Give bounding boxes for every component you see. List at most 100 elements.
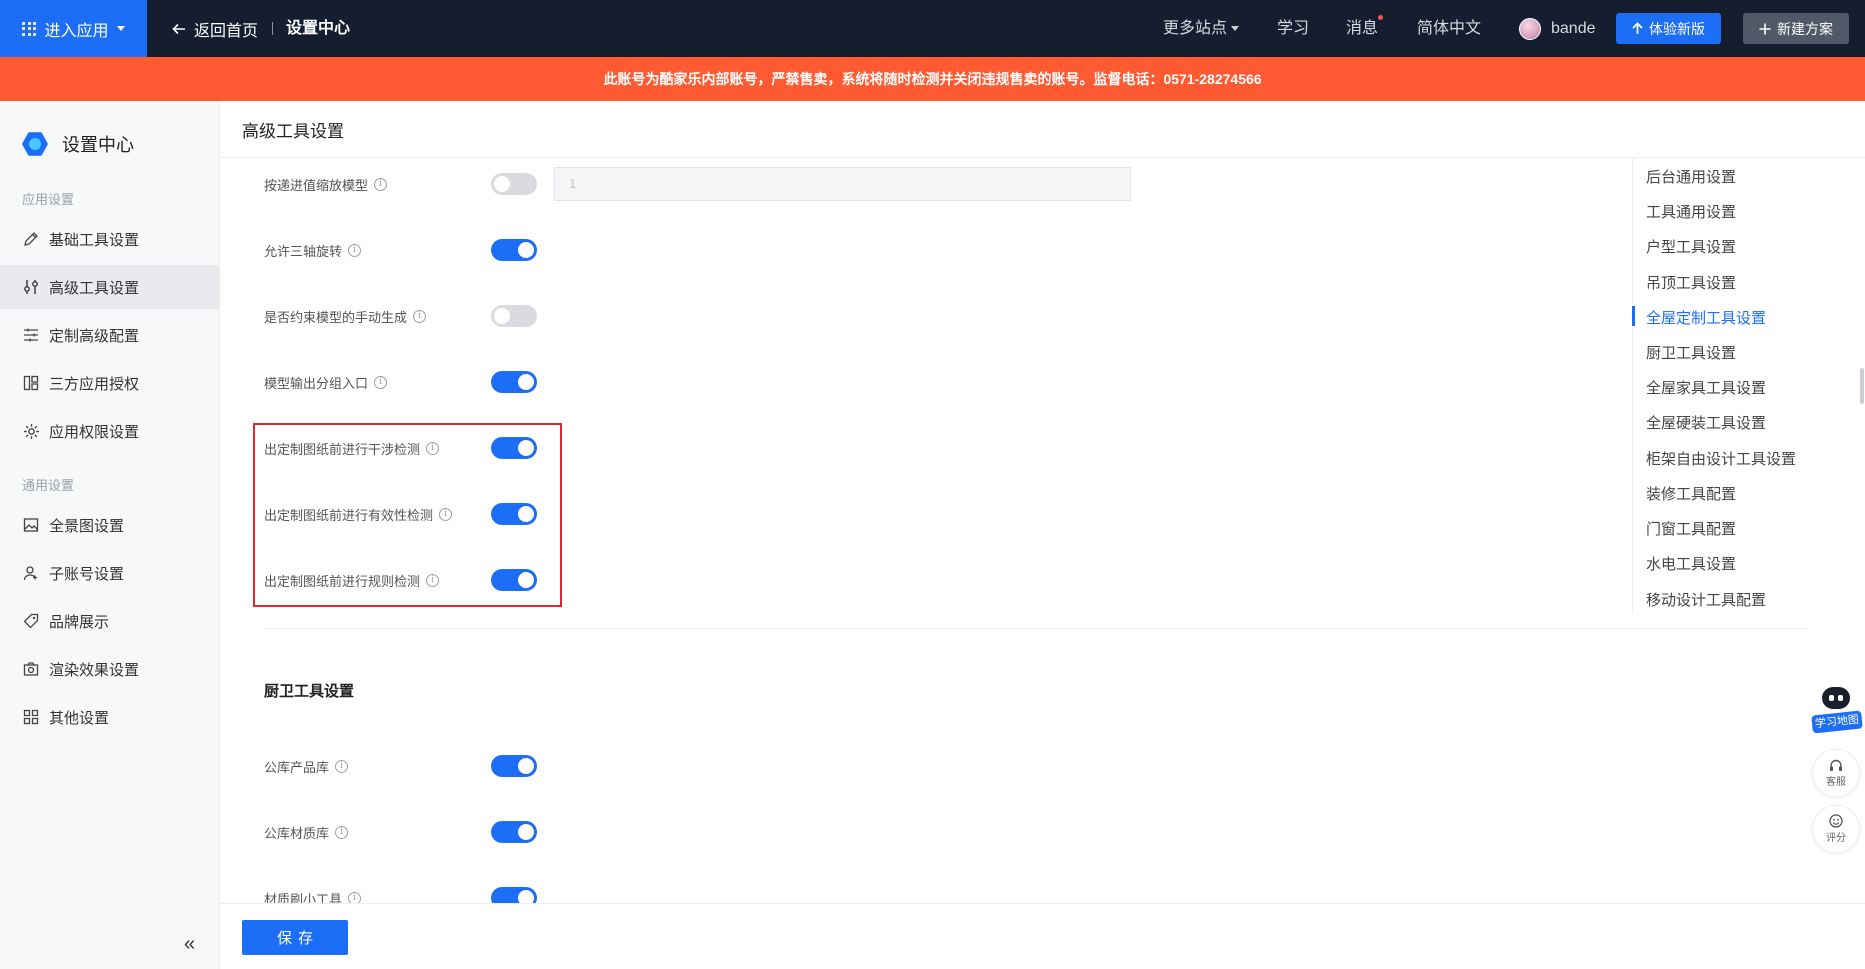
sidebar-item-advanced-tools[interactable]: 高级工具设置	[0, 265, 220, 309]
top-navigation-bar: 进入应用 返回首页 设置中心 更多站点 学习 消息 简体中文 bande 体验新…	[0, 0, 1865, 57]
new-plan-label: 新建方案	[1777, 20, 1833, 37]
unread-dot	[1377, 14, 1385, 21]
info-icon[interactable]: i	[426, 574, 440, 587]
sidebar-item-basic-tools[interactable]: 基础工具设置	[0, 217, 220, 261]
back-home-link[interactable]: 返回首页	[172, 0, 258, 57]
sidebar-item-other-settings[interactable]: 其他设置	[0, 695, 220, 739]
user-menu[interactable]: bande	[1519, 0, 1596, 57]
validity-check-toggle[interactable]	[491, 503, 537, 525]
interference-check-toggle[interactable]	[491, 437, 537, 459]
info-icon[interactable]: i	[348, 244, 362, 257]
sidebar-item-custom-advanced[interactable]: 定制高级配置	[0, 313, 220, 357]
anchor-item[interactable]: 全屋硬装工具设置	[1646, 412, 1766, 433]
sidebar-item-label: 其他设置	[49, 709, 110, 727]
sidebar-item-third-party-auth[interactable]: 三方应用授权	[0, 361, 220, 405]
app-grid-icon	[22, 21, 37, 36]
setting-label-text: 公库材质库	[264, 826, 330, 841]
more-sites-menu[interactable]: 更多站点	[1163, 0, 1240, 57]
sidebar-item-label: 渲染效果设置	[49, 661, 140, 679]
anchor-active-indicator	[1632, 306, 1635, 326]
sidebar-item-label: 品牌展示	[49, 613, 110, 631]
enter-app-button[interactable]: 进入应用	[0, 0, 147, 57]
breadcrumb-separator	[272, 22, 273, 35]
info-icon[interactable]: i	[374, 178, 388, 191]
rule-check-toggle[interactable]	[491, 569, 537, 591]
constrain-manual-generation-toggle[interactable]	[491, 305, 537, 327]
learn-link[interactable]: 学习	[1277, 0, 1309, 57]
smiley-icon	[1829, 814, 1843, 828]
try-new-version-label: 体验新版	[1649, 20, 1705, 37]
avatar	[1519, 17, 1541, 40]
collapse-sidebar-button[interactable]: «	[184, 933, 195, 956]
anchor-item[interactable]: 门窗工具配置	[1646, 518, 1736, 539]
new-plan-button[interactable]: 新建方案	[1743, 13, 1849, 44]
sliders-icon	[22, 278, 40, 296]
public-material-library-toggle[interactable]	[491, 821, 537, 843]
anchor-item[interactable]: 工具通用设置	[1646, 201, 1736, 222]
setting-label-text: 允许三轴旋转	[264, 244, 343, 259]
sidebar-item-sub-accounts[interactable]: 子账号设置	[0, 551, 220, 595]
scale-by-step-toggle[interactable]	[491, 173, 537, 195]
grid-icon	[22, 708, 40, 726]
sidebar: 设置中心 应用设置 基础工具设置 高级工具设置 定制高级配置 三方应用授权 应用…	[0, 101, 220, 969]
anchor-item[interactable]: 吊顶工具设置	[1646, 272, 1736, 293]
setting-label: 出定制图纸前进行干涉检测 i	[264, 439, 440, 458]
language-switch[interactable]: 简体中文	[1417, 0, 1481, 57]
anchor-item[interactable]: 户型工具设置	[1646, 236, 1736, 257]
info-icon[interactable]: i	[335, 826, 349, 839]
try-new-version-button[interactable]: 体验新版	[1616, 13, 1721, 44]
anchor-item[interactable]: 装修工具配置	[1646, 483, 1736, 504]
anchor-item[interactable]: 柜架自由设计工具设置	[1646, 448, 1796, 469]
step-value-input[interactable]: 1	[554, 167, 1131, 201]
sidebar-item-panorama[interactable]: 全景图设置	[0, 503, 220, 547]
anchor-item[interactable]: 厨卫工具设置	[1646, 342, 1736, 363]
camera-icon	[22, 660, 40, 678]
setting-label-text: 出定制图纸前进行干涉检测	[264, 442, 421, 457]
arrow-left-icon	[172, 23, 185, 34]
three-axis-rotation-toggle[interactable]	[491, 239, 537, 261]
settings-logo-icon	[22, 132, 48, 156]
sidebar-item-app-permissions[interactable]: 应用权限设置	[0, 409, 220, 453]
sidebar-item-label: 子账号设置	[49, 565, 125, 583]
messages-link[interactable]: 消息	[1346, 0, 1385, 57]
header-divider	[220, 157, 1865, 158]
setting-label-text: 出定制图纸前进行有效性检测	[264, 508, 434, 523]
setting-label: 公库材质库 i	[264, 823, 349, 842]
anchor-item[interactable]: 全屋家具工具设置	[1646, 377, 1766, 398]
anchor-item[interactable]: 后台通用设置	[1646, 166, 1736, 187]
footer-bar	[220, 903, 1865, 969]
sidebar-group-general: 通用设置	[22, 478, 75, 493]
sidebar-group-app: 应用设置	[22, 192, 75, 207]
learning-map-button[interactable]: 学习地图	[1810, 683, 1863, 739]
info-icon[interactable]: i	[374, 376, 388, 389]
customer-service-button[interactable]: 客服	[1812, 749, 1860, 797]
caret-down-icon	[1231, 26, 1240, 31]
setting-label: 公库产品库 i	[264, 757, 349, 776]
setting-label: 出定制图纸前进行有效性检测 i	[264, 505, 453, 524]
anchor-item[interactable]: 移动设计工具配置	[1646, 589, 1766, 610]
sidebar-item-brand-display[interactable]: 品牌展示	[0, 599, 220, 643]
anchor-item[interactable]: 水电工具设置	[1646, 553, 1736, 574]
info-icon[interactable]: i	[426, 442, 440, 455]
sidebar-item-label: 全景图设置	[49, 517, 125, 535]
username: bande	[1551, 20, 1596, 37]
sidebar-item-label: 应用权限设置	[49, 423, 140, 441]
info-icon[interactable]: i	[413, 310, 427, 323]
model-output-group-toggle[interactable]	[491, 371, 537, 393]
rate-button[interactable]: 评分	[1812, 805, 1860, 853]
page-scrollbar-thumb[interactable]	[1860, 368, 1864, 404]
setting-label-text: 出定制图纸前进行规则检测	[264, 574, 421, 589]
setting-label: 模型输出分组入口 i	[264, 373, 388, 392]
anchor-item-active[interactable]: 全屋定制工具设置	[1646, 307, 1766, 328]
sidebar-item-render-effects[interactable]: 渲染效果设置	[0, 647, 220, 691]
info-icon[interactable]: i	[439, 508, 453, 521]
sidebar-item-label: 基础工具设置	[49, 231, 140, 249]
setting-label-text: 按递进值缩放模型	[264, 178, 369, 193]
setting-label-text: 是否约束模型的手动生成	[264, 310, 408, 325]
arrow-up-icon	[1632, 22, 1643, 34]
info-icon[interactable]: i	[335, 760, 349, 773]
learning-map-label: 学习地图	[1811, 710, 1863, 734]
image-icon	[22, 516, 40, 534]
save-button[interactable]: 保存	[242, 920, 348, 955]
public-product-library-toggle[interactable]	[491, 755, 537, 777]
